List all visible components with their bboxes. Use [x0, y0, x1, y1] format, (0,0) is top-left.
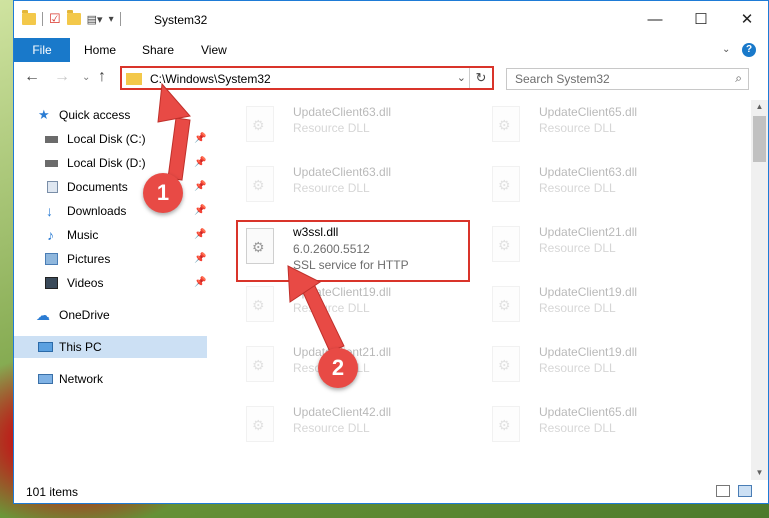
arrow-1-icon [167, 117, 191, 181]
annotation-arrows [157, 82, 345, 353]
arrow-2-icon [301, 283, 345, 353]
step-marker-2: 2 [318, 348, 358, 388]
arrow-1-head-icon [157, 82, 191, 123]
step-marker-1: 1 [143, 173, 183, 213]
